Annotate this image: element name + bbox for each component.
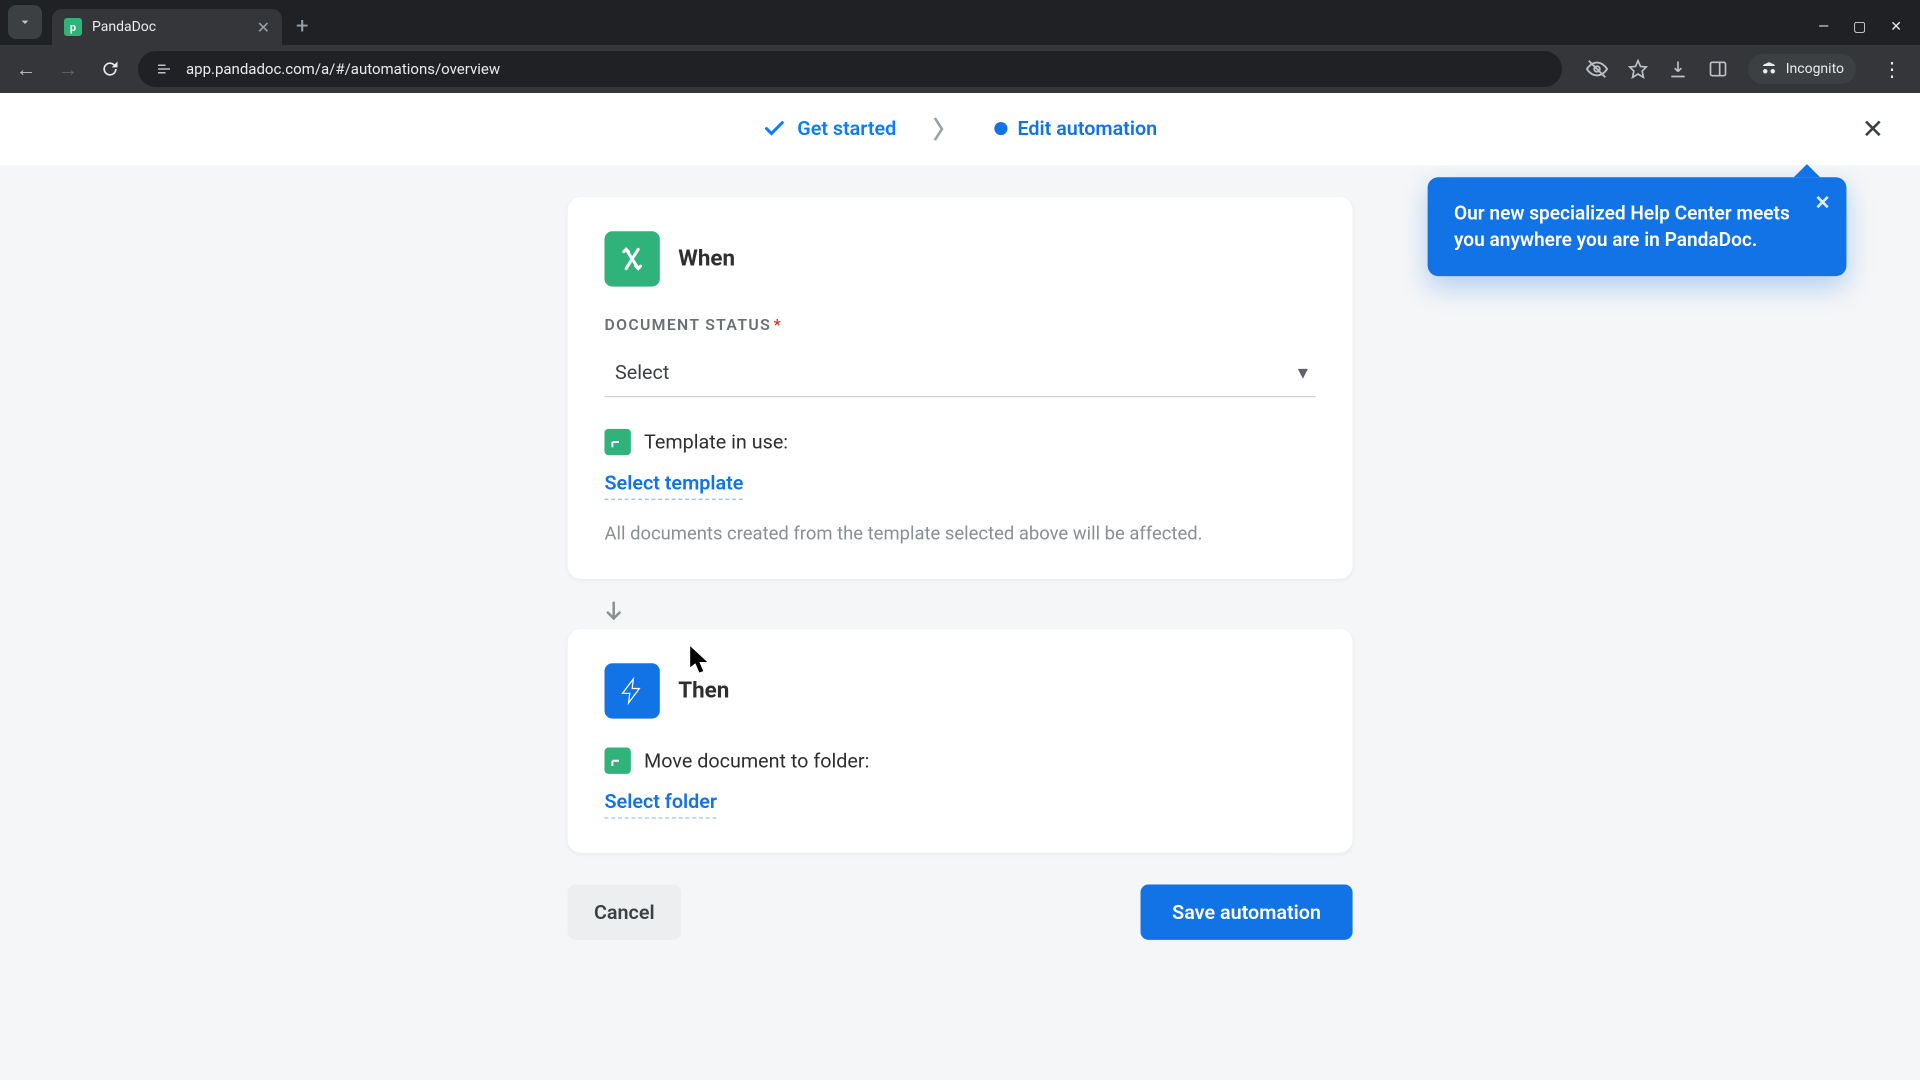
reload-button[interactable]: [96, 59, 124, 79]
select-placeholder: Select: [615, 360, 669, 384]
chevron-right-icon: 〉: [933, 111, 957, 145]
browser-menu-icon[interactable]: ⋮: [1876, 57, 1908, 81]
browser-tab[interactable]: p PandaDoc ✕: [52, 9, 282, 45]
then-icon: [605, 663, 660, 718]
document-status-label: DOCUMENT STATUS*: [605, 316, 1316, 334]
select-template-link[interactable]: Select template: [605, 471, 744, 500]
back-button[interactable]: ←: [12, 57, 40, 82]
flow-arrow-icon: [568, 592, 1353, 629]
step-label: Get started: [797, 117, 896, 141]
help-center-popup: ✕ Our new specialized Help Center meets …: [1428, 177, 1847, 276]
url-text: app.pandadoc.com/a/#/automations/overvie…: [186, 60, 500, 78]
forward-button: →: [54, 57, 82, 82]
site-info-icon[interactable]: [154, 59, 174, 79]
then-card: Then Move document to folder: Select fol…: [568, 629, 1353, 853]
minimize-icon[interactable]: —: [1818, 19, 1829, 35]
when-card: When DOCUMENT STATUS* Select ▾ Template …: [568, 197, 1353, 579]
step-get-started[interactable]: Get started: [763, 117, 896, 141]
window-controls: — ▢ ✕: [1800, 19, 1920, 45]
incognito-indicator[interactable]: Incognito: [1748, 54, 1856, 84]
when-icon: [605, 231, 660, 286]
document-status-select[interactable]: Select ▾: [605, 347, 1316, 397]
template-hint: All documents created from the template …: [605, 524, 1316, 545]
chevron-down-icon: ▾: [1298, 360, 1308, 384]
downloads-icon[interactable]: [1668, 59, 1688, 79]
stepper-bar: Get started 〉 Edit automation ✕: [0, 93, 1920, 165]
tab-search-button[interactable]: [8, 5, 42, 39]
eye-off-icon[interactable]: [1586, 58, 1608, 80]
close-popup-icon[interactable]: ✕: [1815, 190, 1831, 216]
browser-toolbar: ← → app.pandadoc.com/a/#/automations/ove…: [0, 45, 1920, 93]
card-title: When: [678, 246, 735, 272]
bookmark-star-icon[interactable]: [1628, 59, 1648, 79]
pandadoc-badge-icon: [605, 748, 631, 774]
tab-title: PandaDoc: [92, 19, 247, 35]
active-dot-icon: [994, 122, 1007, 135]
step-edit-automation[interactable]: Edit automation: [994, 117, 1157, 141]
help-popup-text: Our new specialized Help Center meets yo…: [1454, 202, 1790, 250]
close-panel-button[interactable]: ✕: [1854, 110, 1891, 147]
maximize-icon[interactable]: ▢: [1853, 19, 1866, 35]
save-automation-button[interactable]: Save automation: [1141, 885, 1353, 940]
move-to-folder-label: Move document to folder:: [644, 749, 869, 773]
cancel-button[interactable]: Cancel: [568, 885, 681, 940]
address-bar[interactable]: app.pandadoc.com/a/#/automations/overvie…: [138, 51, 1562, 87]
pandadoc-badge-icon: [605, 429, 631, 455]
close-tab-icon[interactable]: ✕: [257, 18, 270, 37]
template-in-use-label: Template in use:: [644, 430, 788, 454]
incognito-label: Incognito: [1786, 61, 1844, 77]
browser-tabstrip: p PandaDoc ✕ + — ▢ ✕: [0, 0, 1920, 45]
actions-row: Cancel Save automation: [568, 885, 1353, 940]
close-window-icon[interactable]: ✕: [1890, 19, 1902, 35]
new-tab-button[interactable]: +: [282, 14, 322, 45]
card-title: Then: [678, 678, 729, 704]
pandadoc-favicon-icon: p: [64, 18, 82, 36]
side-panel-icon[interactable]: [1708, 59, 1728, 79]
select-folder-link[interactable]: Select folder: [605, 790, 718, 819]
step-label: Edit automation: [1017, 117, 1157, 141]
